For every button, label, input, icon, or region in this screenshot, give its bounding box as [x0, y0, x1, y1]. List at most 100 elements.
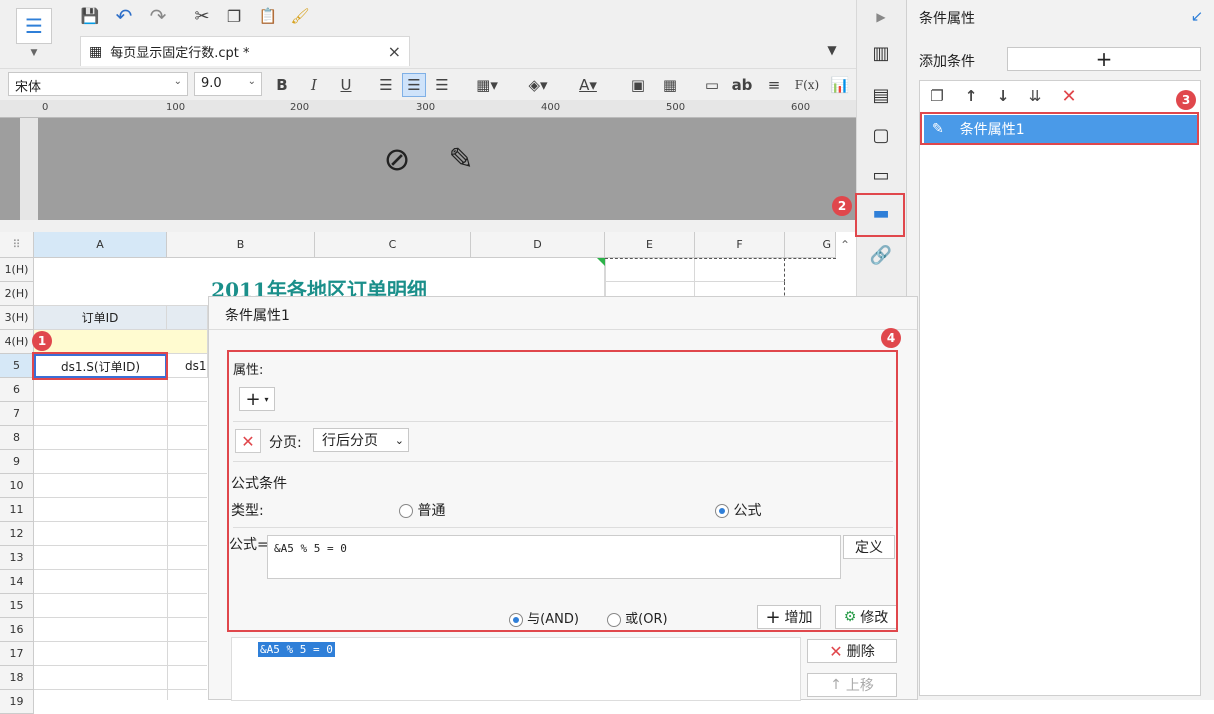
edit-pencil-icon[interactable]: ✎ — [438, 136, 484, 182]
header-cell[interactable] — [167, 306, 208, 330]
bold-button[interactable]: B — [270, 73, 294, 97]
redo-icon[interactable]: ↷ — [146, 4, 170, 28]
step-badge: 3 — [1176, 90, 1196, 110]
add-condition-label: 添加条件 — [919, 54, 975, 70]
column-header[interactable]: D — [471, 232, 605, 258]
grid-line — [34, 378, 207, 700]
border-icon[interactable]: ▦▾ — [470, 73, 504, 97]
align-left-icon[interactable]: ☰ — [374, 73, 398, 97]
font-family-select[interactable]: 宋体 ⌄ — [8, 72, 188, 96]
italic-button[interactable]: I — [302, 73, 326, 97]
column-header[interactable]: C — [315, 232, 471, 258]
row-header[interactable]: 8 — [0, 426, 34, 450]
format-painter-icon[interactable]: 🖌 — [288, 4, 312, 28]
app-menu-area: ☰ ▼ — [0, 0, 66, 66]
highlight-box-4 — [227, 350, 898, 632]
font-size-value: 9.0 — [201, 76, 222, 91]
ruler-mark: 100 — [166, 102, 186, 113]
move-up-icon[interactable]: ↑ — [960, 85, 982, 107]
filter-icon[interactable]: ▭ — [864, 158, 898, 192]
tab-file-label: 每页显示固定行数.cpt * — [110, 46, 250, 61]
hidden-eye-icon[interactable]: ⊘ — [374, 136, 420, 182]
move-up-button[interactable]: ↑ 上移 — [807, 673, 897, 697]
font-size-select[interactable]: 9.0 ⌄ — [194, 72, 262, 96]
cell-attribute-icon[interactable]: ▤ — [864, 78, 898, 112]
column-header[interactable]: B — [167, 232, 315, 258]
highlight-box-3 — [920, 112, 1199, 145]
merge-cells-icon[interactable]: ▣ — [626, 73, 650, 97]
fill-color-icon[interactable]: ◈▾ — [520, 73, 556, 97]
row-header[interactable]: 13 — [0, 546, 34, 570]
tab-overflow-icon[interactable]: ▼ — [820, 38, 844, 62]
chart-icon[interactable]: 📊 — [828, 73, 852, 97]
delete-icon: ✕ — [829, 641, 843, 661]
split-cells-icon[interactable]: ▦ — [658, 73, 682, 97]
hyperlink-icon[interactable]: 🔗 — [864, 238, 898, 272]
scroll-up-icon[interactable]: ⌃ — [836, 234, 854, 256]
align-center-icon[interactable]: ☰ — [402, 73, 426, 97]
move-down-icon[interactable]: ↓ — [992, 85, 1014, 107]
column-header[interactable]: E — [605, 232, 695, 258]
grid-cell[interactable] — [605, 258, 695, 282]
ruler-mark: 0 — [42, 102, 49, 113]
font-color-icon[interactable]: A▾ — [570, 73, 606, 97]
align-right-icon[interactable]: ☰ — [430, 73, 454, 97]
row-header[interactable]: 7 — [0, 402, 34, 426]
data-cell-b5[interactable]: ds1 — [167, 354, 208, 378]
condition-list-entry[interactable]: &A5 % 5 = 0 — [258, 642, 335, 657]
row-header[interactable]: 12 — [0, 522, 34, 546]
list-icon[interactable]: ≡ — [762, 73, 786, 97]
expand-icon[interactable]: ↙ — [1187, 6, 1207, 26]
row-header[interactable]: 15 — [0, 594, 34, 618]
undo-icon[interactable]: ↶ — [112, 4, 136, 28]
cut-icon[interactable]: ✂ — [190, 4, 214, 28]
move-up-button-label: 上移 — [845, 678, 874, 694]
grid-cell[interactable] — [695, 258, 785, 282]
format-toolbar: 宋体 ⌄ 9.0 ⌄ B I U ☰ ☰ ☰ ▦▾ ◈▾ A▾ ▣ ▦ ▭ ab ≡… — [0, 68, 856, 100]
sort-icon[interactable]: ⇊ — [1024, 85, 1046, 107]
column-header[interactable]: F — [695, 232, 785, 258]
horizontal-ruler: 0 100 200 300 400 500 600 — [0, 100, 856, 118]
text-ab-button[interactable]: ab — [730, 73, 754, 97]
row-header[interactable]: 10 — [0, 474, 34, 498]
row-header[interactable]: 19 — [0, 690, 34, 714]
font-family-value: 宋体 — [15, 80, 42, 95]
row-header[interactable]: 11 — [0, 498, 34, 522]
ruler-mark: 500 — [666, 102, 686, 113]
close-icon[interactable]: × — [388, 42, 401, 61]
column-header[interactable]: A — [34, 232, 167, 258]
row-header[interactable]: 18 — [0, 666, 34, 690]
paste-icon[interactable]: 📋 — [256, 4, 280, 28]
cell-element-icon[interactable]: ▥ — [864, 36, 898, 70]
row-header[interactable]: 9 — [0, 450, 34, 474]
row-header[interactable]: 2(H) — [0, 282, 34, 306]
group-row[interactable] — [34, 330, 208, 354]
text-field-icon[interactable]: ▭ — [700, 73, 724, 97]
formula-fx-button[interactable]: F(x) — [794, 73, 820, 97]
row-header[interactable]: 6 — [0, 378, 34, 402]
row-header[interactable]: 17 — [0, 642, 34, 666]
underline-button[interactable]: U — [334, 73, 358, 97]
corner-marker — [597, 258, 605, 266]
row-header[interactable]: 14 — [0, 570, 34, 594]
row-header[interactable]: 5 — [0, 354, 34, 378]
column-header[interactable]: G — [785, 232, 836, 258]
copy-icon[interactable]: ❐ — [926, 85, 948, 107]
tab-file[interactable]: ▦ 每页显示固定行数.cpt * × — [80, 36, 410, 66]
row-header[interactable]: 4(H) — [0, 330, 34, 354]
delete-button[interactable]: ✕ 删除 — [807, 639, 897, 663]
app-menu-icon[interactable]: ☰ — [16, 8, 52, 44]
row-header[interactable]: 3(H) — [0, 306, 34, 330]
step-badge: 2 — [832, 196, 852, 216]
copy-icon[interactable]: ❐ — [222, 4, 246, 28]
save-icon[interactable]: 💾 — [78, 4, 102, 28]
add-condition-button[interactable]: + — [1007, 47, 1201, 71]
header-cell[interactable]: 订单ID — [34, 306, 167, 330]
row-header[interactable]: 1(H) — [0, 258, 34, 282]
collapse-arrow-icon[interactable]: ▶ — [864, 0, 898, 34]
delete-icon[interactable]: ✕ — [1058, 85, 1080, 107]
app-menu-dropdown-icon[interactable]: ▼ — [26, 46, 42, 60]
widget-icon[interactable]: ▢ — [864, 118, 898, 152]
corner-handle[interactable]: ⠿ — [0, 232, 34, 258]
row-header[interactable]: 16 — [0, 618, 34, 642]
